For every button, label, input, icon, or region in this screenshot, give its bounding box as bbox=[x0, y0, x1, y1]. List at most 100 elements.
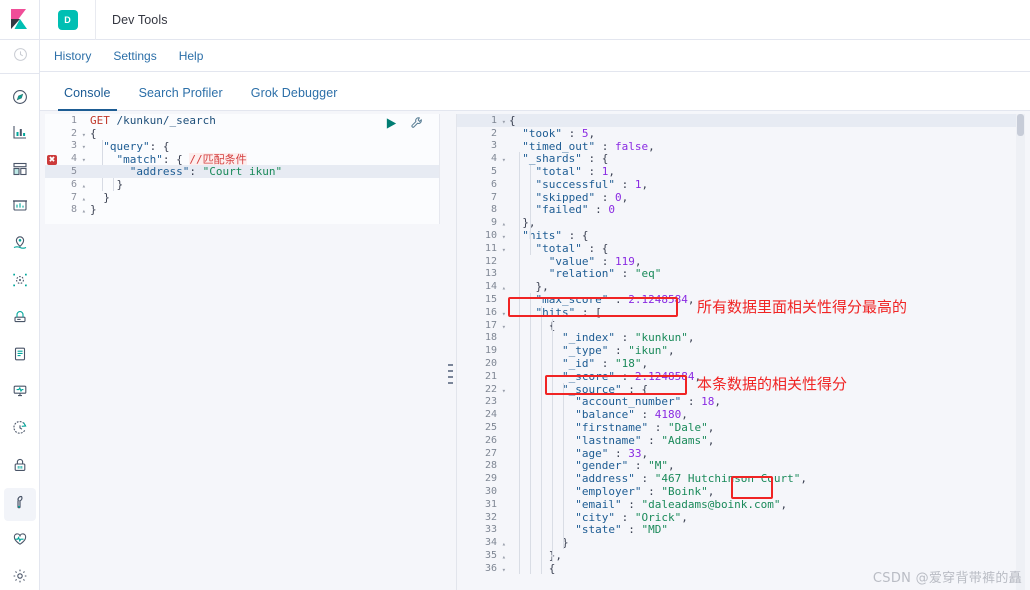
output-scrollbar-thumb[interactable] bbox=[1017, 114, 1024, 136]
security-lock-icon bbox=[12, 457, 28, 478]
line-number: 10 ▾ bbox=[484, 230, 506, 242]
gear-management-icon bbox=[12, 568, 28, 589]
code-text: GET /kunkun/_search bbox=[90, 113, 216, 127]
line-number: 8 ▴ bbox=[70, 204, 86, 216]
fold-toggle-icon[interactable]: ▴ bbox=[502, 553, 506, 561]
line-number: 4 ▾ bbox=[490, 153, 506, 165]
sidebar-item-logs[interactable] bbox=[0, 338, 40, 375]
code-line: 4 ✖ ▾ "match": { //匹配条件 bbox=[45, 152, 439, 166]
fold-toggle-icon[interactable]: ▴ bbox=[82, 195, 86, 203]
code-line: 26 "lastname" : "Adams", bbox=[457, 434, 1025, 447]
fold-toggle-icon[interactable]: ▾ bbox=[82, 156, 86, 164]
tab-grok-debugger[interactable]: Grok Debugger bbox=[237, 86, 352, 110]
code-line: 11 ▾ "total" : { bbox=[457, 242, 1025, 255]
infrastructure-icon bbox=[12, 309, 28, 330]
sidebar-item-maps[interactable] bbox=[0, 227, 40, 264]
code-line: 33 "state" : "MD" bbox=[457, 523, 1025, 536]
kibana-home-button[interactable] bbox=[0, 0, 40, 40]
sidebar-item-discover[interactable] bbox=[0, 83, 40, 116]
code-text: "employer" : "Boink", bbox=[575, 485, 715, 499]
uptime-clock-icon bbox=[12, 420, 28, 441]
sidebar-item-machine-learning[interactable] bbox=[0, 264, 40, 301]
line-number: 5 bbox=[70, 166, 77, 178]
code-text: "account_number" : 18, bbox=[575, 395, 721, 409]
fold-toggle-icon[interactable]: ▾ bbox=[82, 131, 86, 139]
code-text: "hits" : [ bbox=[535, 305, 602, 319]
code-line: 14 ▴ }, bbox=[457, 280, 1025, 293]
sidebar-item-stack-monitoring[interactable] bbox=[0, 523, 40, 560]
rail-divider bbox=[0, 73, 40, 74]
left-nav-rail bbox=[0, 40, 40, 590]
code-text: "address" : "467 Hutchinson Court", bbox=[575, 472, 808, 486]
code-text: "age" : 33, bbox=[575, 446, 649, 460]
fold-toggle-icon[interactable]: ▴ bbox=[502, 540, 506, 548]
tab-search-profiler[interactable]: Search Profiler bbox=[125, 86, 237, 110]
code-text: "max_score" : 2.1248584, bbox=[535, 293, 695, 307]
code-text: "_source" : { bbox=[561, 382, 649, 396]
fold-toggle-icon[interactable]: ▾ bbox=[502, 156, 506, 164]
fold-toggle-icon[interactable]: ▾ bbox=[502, 310, 506, 318]
response-output-pane[interactable]: 1 ▾{2 "took" : 5, 3 "timed_out" : false, 4 ▾… bbox=[457, 114, 1025, 590]
request-editor-pane[interactable]: 1 GET /kunkun/_search 2 ▾{3 ▾ "query": {4 ✖ ▾ … bbox=[45, 114, 440, 590]
line-number: 20 bbox=[484, 358, 497, 370]
play-run-icon[interactable] bbox=[385, 117, 398, 130]
sidebar-item-siem[interactable] bbox=[0, 449, 40, 486]
wrench-icon[interactable] bbox=[410, 116, 424, 130]
subnav-link-settings[interactable]: Settings bbox=[109, 47, 160, 65]
code-text: "email" : "daleadams@boink.com", bbox=[575, 497, 788, 511]
console-subnav: History Settings Help bbox=[40, 40, 1030, 72]
sidebar-item-visualize[interactable] bbox=[0, 116, 40, 153]
fold-toggle-icon[interactable]: ▾ bbox=[502, 246, 506, 254]
line-number: 32 bbox=[484, 511, 497, 523]
fold-toggle-icon[interactable]: ▾ bbox=[502, 323, 506, 331]
code-text: "lastname" : "Adams", bbox=[575, 433, 715, 447]
code-text: "successful" : 1, bbox=[535, 177, 649, 191]
tab-console[interactable]: Console bbox=[50, 86, 125, 111]
line-number: 4 ✖ ▾ bbox=[47, 153, 86, 165]
code-text: }, bbox=[509, 549, 562, 562]
line-number: 3 bbox=[490, 140, 497, 152]
fold-toggle-icon[interactable]: ▾ bbox=[502, 233, 506, 241]
line-number: 13 bbox=[484, 268, 497, 280]
fold-toggle-icon[interactable]: ▾ bbox=[502, 118, 506, 126]
code-text: } bbox=[509, 536, 569, 550]
sidebar-item-recently-viewed[interactable] bbox=[0, 40, 40, 73]
line-number: 6 bbox=[490, 178, 497, 190]
fold-toggle-icon[interactable]: ▾ bbox=[502, 387, 506, 395]
dev-tools-badge: D bbox=[57, 9, 78, 30]
sidebar-item-infrastructure[interactable] bbox=[0, 301, 40, 338]
fold-toggle-icon[interactable]: ▴ bbox=[502, 284, 506, 292]
code-line: 17 ▾ { bbox=[457, 319, 1025, 332]
fold-toggle-icon[interactable]: ▴ bbox=[82, 207, 86, 215]
sidebar-item-apm[interactable] bbox=[0, 375, 40, 412]
subnav-link-help[interactable]: Help bbox=[175, 47, 208, 65]
sidebar-item-management[interactable] bbox=[0, 560, 40, 590]
line-number: 30 bbox=[484, 486, 497, 497]
code-line: 32 "city" : "Orick", bbox=[457, 511, 1025, 524]
line-number: 22 ▾ bbox=[484, 383, 506, 395]
pane-splitter[interactable] bbox=[445, 114, 457, 590]
fold-toggle-icon[interactable]: ▴ bbox=[82, 182, 86, 190]
sidebar-item-canvas[interactable] bbox=[0, 190, 40, 227]
output-scrollbar-track[interactable] bbox=[1016, 114, 1025, 590]
splitter-grip-handle[interactable] bbox=[448, 364, 453, 384]
code-line: 6 ▴ } bbox=[45, 178, 439, 191]
line-number: 16 ▾ bbox=[484, 306, 506, 318]
code-line: 1 ▾{ bbox=[457, 114, 1025, 127]
subnav-link-history[interactable]: History bbox=[50, 47, 95, 65]
line-number: 9 ▴ bbox=[490, 217, 506, 229]
error-marker-icon[interactable]: ✖ bbox=[47, 154, 57, 165]
line-number: 2 ▾ bbox=[70, 127, 86, 139]
line-number: 24 bbox=[484, 409, 497, 421]
line-number: 12 bbox=[484, 255, 497, 267]
csdn-watermark: CSDN @爱穿背带裤的矗 bbox=[872, 571, 1022, 586]
line-number: 11 ▾ bbox=[484, 242, 506, 254]
code-line: 10 ▾ "hits" : { bbox=[457, 229, 1025, 242]
request-editor-content[interactable]: 1 GET /kunkun/_search 2 ▾{3 ▾ "query": {4 ✖ ▾ … bbox=[45, 114, 440, 224]
sidebar-item-uptime[interactable] bbox=[0, 412, 40, 449]
fold-toggle-icon[interactable]: ▾ bbox=[502, 566, 506, 574]
sidebar-item-dev-tools[interactable] bbox=[0, 486, 40, 523]
fold-toggle-icon[interactable]: ▴ bbox=[502, 220, 506, 228]
annotation-max-score-note: 所有数据里面相关性得分最高的 bbox=[697, 298, 908, 316]
sidebar-item-dashboard[interactable] bbox=[0, 153, 40, 190]
